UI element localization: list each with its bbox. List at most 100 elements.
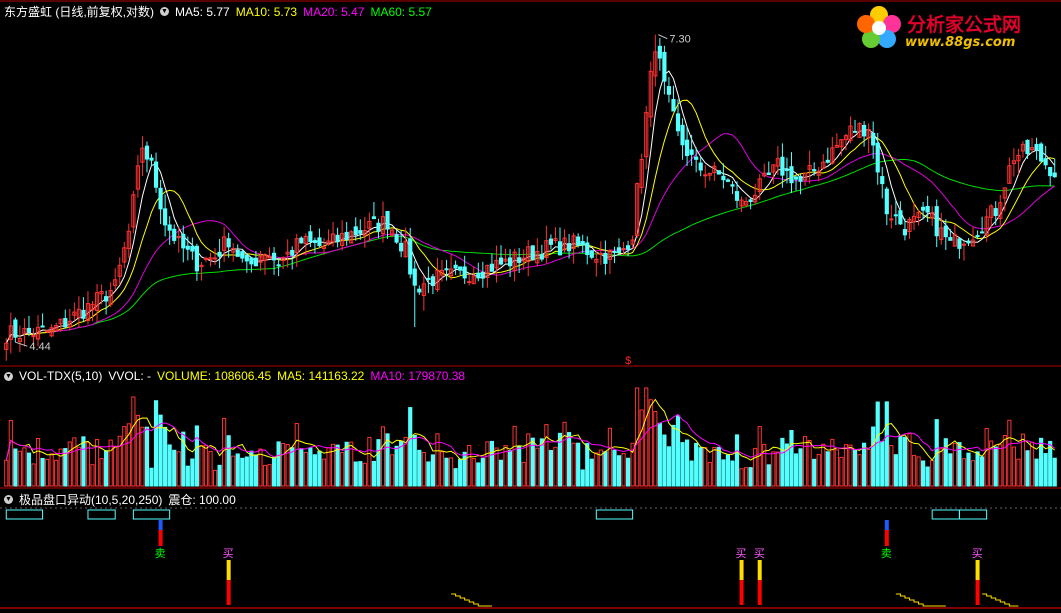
candle-body [548,238,554,245]
volume-bar [1029,441,1035,487]
volume-pane-title[interactable]: VOL-TDX(5,10) [19,369,102,383]
volume-bar [589,458,594,487]
volume-bar [966,452,971,487]
signal-step-line [451,593,492,607]
flower-logo-icon [857,6,901,48]
volume-bar [172,449,177,487]
candle-body [566,243,572,252]
candle-body [980,231,985,234]
volume-bar [185,465,190,487]
volume-bar [526,433,531,487]
dropdown-circle-icon[interactable]: ▼ [4,495,13,504]
ma5-readout: MA5: 5.77 [175,4,230,19]
candle-body [172,228,177,241]
volume-bar [426,461,431,487]
candle-body [557,241,563,256]
volume-bar [825,451,830,487]
candle-body [957,238,962,249]
candle-body [680,124,685,146]
volume-bar [167,444,172,487]
volume-bar [458,458,463,487]
volume-bar [875,401,880,487]
volume-bar [249,450,254,487]
volume-bar [226,435,231,487]
candle-body [235,249,240,257]
volume-bar [317,450,322,487]
candle-body [880,176,885,185]
candle-body [966,240,971,244]
candle-body [417,288,422,293]
candle-body [212,257,218,260]
candle-body [625,245,631,250]
stock-chart[interactable]: 7.304.44$卖买买买卖买 [0,0,1061,613]
volume-bar [67,441,72,487]
high-price-label: 7.30 [669,34,690,46]
volume-bar [344,441,349,487]
candle-body [598,252,603,255]
candle-body [489,263,495,272]
dropdown-circle-icon[interactable]: ▼ [4,371,13,381]
candle-body [163,208,168,226]
volume-bar [730,460,735,487]
candle-body [144,145,150,160]
buy-bar-yellow [975,560,980,580]
volume-bar [662,434,667,487]
volume-bar [893,454,898,487]
candle-body [271,252,277,261]
volume-bar [1002,434,1007,487]
candle-body [812,169,817,172]
dropdown-circle-icon[interactable]: ▼ [160,7,169,16]
signal-pane-header: ▼ 极品盘口异动(10,5,20,250) 震仓: 100.00 [4,491,236,508]
candle-body [784,168,790,171]
candle-body [825,159,830,163]
volume-bar [793,453,799,487]
signal-pane-title[interactable]: 极品盘口异动(10,5,20,250) [19,491,162,508]
volume-bar [571,442,576,487]
low-price-label: 4.44 [29,341,50,353]
volume-readout: VOLUME: 108606.45 [157,369,272,383]
volume-bar [72,437,77,487]
candle-body [898,210,903,225]
volume-bar [399,440,404,487]
main-pane-title[interactable]: 东方盛虹 (日线,前复权,对数) [4,3,154,20]
ma20-line [5,133,1055,344]
volume-bar [625,457,631,487]
volume-bar [480,457,485,487]
candle-body [671,99,676,112]
volume-bar [335,444,340,487]
candle-body [458,266,463,271]
candle-body [190,245,195,252]
buy-signal-label: 买 [972,547,983,560]
volume-bar [190,458,195,487]
volume-bar [857,454,862,487]
main-pane-header: 东方盛虹 (日线,前复权,对数) ▼ MA5: 5.77 MA10: 5.73 … [4,3,432,20]
candle-body [253,257,258,267]
volume-bar [766,464,771,487]
sell-bar-blue [884,520,889,530]
volume-bar [76,446,81,487]
candle-body [167,224,172,231]
volume-bar [816,453,821,487]
volume-bar [748,467,753,487]
volume-bar [117,435,122,487]
signal-block [595,509,634,520]
signal-step-line [895,593,946,607]
volume-bar [294,423,299,487]
volume-bar [430,454,436,487]
volume-bar [539,438,544,487]
volume-bar [40,457,45,487]
candle-body [371,216,377,219]
volume-bar [163,426,168,487]
volume-bar [1052,457,1057,487]
volume-bar [203,444,209,487]
logo-url[interactable]: www.88gs.com [905,35,1015,50]
volume-bar [612,449,617,487]
volume-bar [680,442,685,487]
volume-bar [99,458,104,487]
candle-body [290,250,295,256]
volume-bar [671,424,676,487]
candle-body [240,251,245,259]
volume-bar [603,451,608,487]
volume-bar [744,467,749,487]
volume-bar [85,442,91,487]
